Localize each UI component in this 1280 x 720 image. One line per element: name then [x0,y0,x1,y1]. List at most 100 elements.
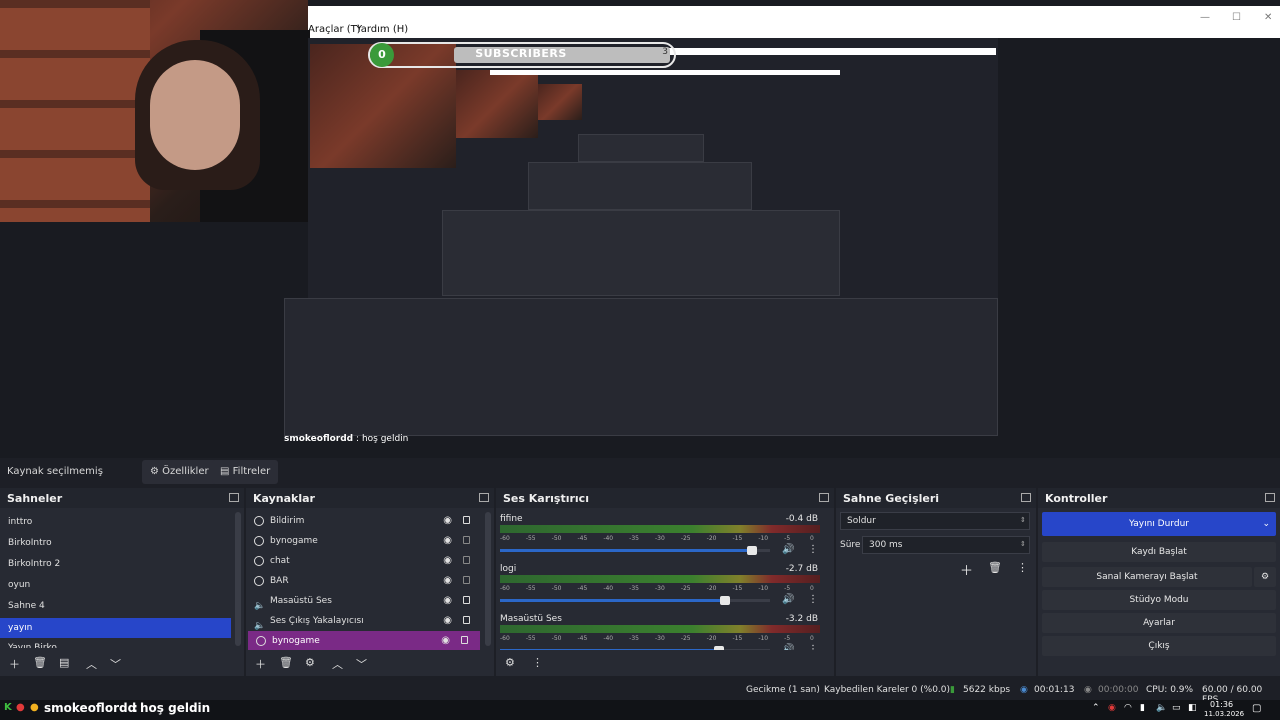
source-item[interactable]: 🔈 Masaüstü Ses ◉ [246,591,482,611]
source-item[interactable]: BAR ◉ [246,571,482,591]
battery-icon[interactable]: ▭ [1172,703,1181,713]
scene-item[interactable]: BirkoIntro [0,533,232,553]
lock-icon[interactable] [461,636,468,644]
tray-icon[interactable]: ◉ [1108,703,1116,713]
source-item[interactable]: Bildirim ◉ [246,511,482,531]
chevron-up-icon[interactable]: ⌃ [1092,703,1100,713]
menu-help[interactable]: Yardım (H) [356,24,408,35]
nested-obs-4 [284,298,998,436]
menu-bar: Araçlar (T) Yardım (H) [308,22,1280,38]
undock-icon[interactable] [479,493,489,502]
sources-scrollbar[interactable] [485,512,491,646]
source-label: Ses Çıkış Yakalayıcısı [270,616,364,626]
speaker-icon[interactable]: 🔊 [782,544,794,555]
properties-button[interactable]: ⚙ Özellikler [142,460,217,484]
trash-icon[interactable]: 🗑 [33,656,47,669]
scene-item-selected[interactable]: yayın [0,618,231,638]
more-icon[interactable]: ⋮ [808,544,818,555]
add-icon[interactable]: ＋ [9,656,20,672]
undock-icon[interactable] [1021,493,1031,502]
settings-button[interactable]: Ayarlar [1042,613,1276,633]
eye-icon[interactable]: ◉ [443,556,452,566]
advanced-audio-icon[interactable]: ⚙ [505,656,515,669]
preview-chat-sep: : [356,434,360,444]
recursive-webcam-4 [538,84,582,120]
mic-icon[interactable]: ▮ [1140,703,1145,713]
more-icon[interactable]: ⋮ [532,656,543,669]
eye-icon[interactable]: ◉ [443,536,452,546]
source-label: bynogame [272,636,320,646]
speaker-icon[interactable]: 🔈 [1156,703,1167,713]
app-icon[interactable]: ● [16,702,25,713]
eye-icon[interactable]: ◉ [443,596,452,606]
lock-icon[interactable] [463,596,470,604]
meter-tick-label: -45 [577,635,588,642]
source-item[interactable]: 🔈 Ses Çıkış Yakalayıcısı ◉ [246,611,482,631]
more-icon[interactable]: ⋮ [1017,561,1028,574]
webcam-feed [0,0,310,222]
undock-icon[interactable] [1265,493,1275,502]
speaker-icon[interactable]: 🔊 [782,594,794,605]
bitrate: 5622 kbps [963,685,1011,695]
filters-button[interactable]: ▤ Filtreler [212,460,279,484]
studio-mode-button[interactable]: Stüdyo Modu [1042,590,1276,610]
gear-icon[interactable]: ⚙ [305,656,315,669]
move-up-icon[interactable]: ︿ [86,656,97,672]
undock-icon[interactable] [229,493,239,502]
trash-icon[interactable]: 🗑 [279,656,293,669]
notification-icon[interactable]: ▢ [1252,703,1261,714]
gear-icon[interactable]: ⚙ [1254,567,1276,587]
scene-item[interactable]: inttro [0,512,232,532]
meter-tick-label: -10 [758,585,769,592]
meter-tick-label: -40 [603,585,614,592]
add-icon[interactable]: ＋ [960,560,973,579]
language-icon[interactable]: ◧ [1188,703,1197,713]
spinner-icon[interactable]: ⇕ [1020,540,1026,548]
recursive-webcam-3 [456,70,538,138]
meter-tick-label: -55 [525,585,536,592]
meter-tick-label: -55 [525,535,536,542]
move-down-icon[interactable]: ﹀ [110,656,121,672]
eye-icon[interactable]: ◉ [443,576,452,586]
eye-icon[interactable]: ◉ [443,616,452,626]
unlock-icon[interactable] [463,556,470,564]
trash-icon[interactable]: 🗑 [988,561,1002,574]
lock-icon[interactable] [463,616,470,624]
scene-item[interactable]: Yayın Birko [0,638,232,648]
source-type-icon [254,555,264,566]
more-icon[interactable]: ⋮ [808,594,818,605]
move-up-icon[interactable]: ︿ [332,656,343,672]
lock-icon[interactable] [463,516,470,524]
app-icon[interactable]: ● [30,702,39,713]
meter-tick-label: -30 [655,635,665,642]
source-item[interactable]: chat ◉ [246,551,482,571]
eye-icon[interactable]: ◉ [443,516,452,526]
meter-tick-label: -15 [732,535,743,542]
source-item-selected[interactable]: bynogame ◉ [248,631,480,651]
start-virtual-camera-button[interactable]: Sanal Kamerayı Başlat [1042,567,1252,587]
duration-input[interactable]: 300 ms [862,536,1030,554]
move-down-icon[interactable]: ﹀ [356,656,367,672]
start-recording-button[interactable]: Kaydı Başlat [1042,542,1276,562]
unlock-icon[interactable] [463,576,470,584]
eye-icon[interactable]: ◉ [441,636,450,646]
scene-item[interactable]: oyun [0,575,232,595]
chevron-down-icon[interactable]: ⌄ [1262,512,1270,536]
scene-item[interactable]: Sahne 4 [0,596,232,616]
exit-button[interactable]: Çıkış [1042,636,1276,656]
menu-tools[interactable]: Araçlar (T) [308,24,361,35]
scene-filter-icon[interactable]: ▤ [59,656,69,669]
volume-slider[interactable] [500,546,770,555]
unlock-icon[interactable] [463,536,470,544]
source-item[interactable]: bynogame ◉ [246,531,482,551]
stop-stream-button[interactable]: Yayını Durdur ⌄ [1042,512,1276,536]
volume-slider[interactable] [500,596,770,605]
wifi-icon[interactable]: ◠ [1124,703,1132,713]
add-icon[interactable]: ＋ [255,656,266,672]
scene-item[interactable]: BirkoIntro 2 [0,554,232,574]
undock-icon[interactable] [819,493,829,502]
taskbar: K ● ● smokeoflordd : hoş geldin ⌃ ◉ ◠ ▮ … [0,700,1280,720]
app-icon[interactable]: K [4,702,12,713]
transition-select[interactable]: Soldur [840,512,1030,530]
scenes-scrollbar[interactable] [235,512,241,646]
